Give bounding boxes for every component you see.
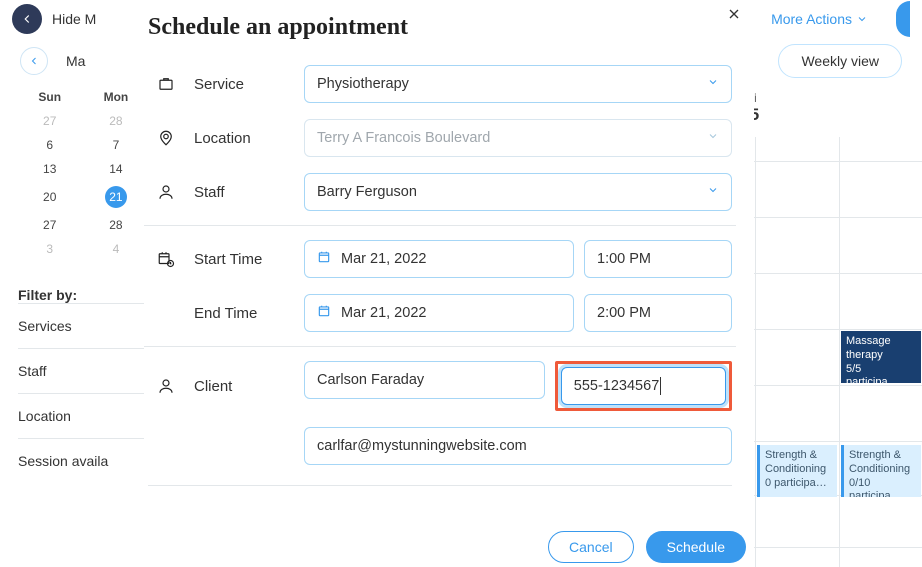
- text-caret: [660, 377, 661, 395]
- mini-cal-dow: Mon: [81, 85, 150, 109]
- label-client: Client: [194, 378, 294, 395]
- label-start-time: Start Time: [194, 251, 294, 268]
- label-end-time: End Time: [194, 305, 294, 322]
- event-strength-thu[interactable]: Strength & Conditioning0 participa…: [757, 445, 837, 497]
- schedule-button[interactable]: Schedule: [646, 531, 746, 563]
- service-icon: [148, 75, 184, 93]
- section-time: Start Time Mar 21, 2022 1:00 PM End Time: [144, 225, 736, 346]
- prev-month-button[interactable]: [20, 47, 48, 75]
- mini-cal-day[interactable]: 27: [18, 109, 81, 133]
- divider: [148, 485, 732, 486]
- client-name-input[interactable]: Carlson Faraday: [304, 361, 545, 399]
- client-phone-input[interactable]: 555-1234567: [561, 367, 726, 405]
- mini-cal-dow: Sun: [18, 85, 81, 109]
- chevron-down-icon: [707, 130, 719, 146]
- calendar-icon: [317, 250, 331, 268]
- mini-cal-day[interactable]: 28: [81, 109, 150, 133]
- close-icon: [726, 6, 742, 22]
- mini-cal-day[interactable]: 14: [81, 157, 150, 181]
- schedule-appointment-modal: Schedule an appointment Service Physioth…: [144, 0, 754, 567]
- modal-title: Schedule an appointment: [144, 0, 754, 51]
- client-email-input[interactable]: carlfar@mystunningwebsite.com: [304, 427, 732, 465]
- view-select[interactable]: Weekly view: [778, 44, 902, 78]
- highlight-phone: 555-1234567: [555, 361, 732, 411]
- section-service: Service Physiotherapy Location Terry A F…: [144, 51, 736, 225]
- client-icon: [148, 377, 184, 395]
- event-strength-fri[interactable]: Strength & Conditioning0/10 participa…: [841, 445, 921, 497]
- location-select[interactable]: Terry A Francois Boulevard: [304, 119, 732, 157]
- mini-cal-day[interactable]: 3: [18, 237, 81, 261]
- chevron-down-icon: [856, 13, 868, 25]
- calendar-icon: [317, 304, 331, 322]
- mini-cal-day[interactable]: 13: [18, 157, 81, 181]
- mini-cal-day[interactable]: 4: [81, 237, 150, 261]
- back-button[interactable]: [12, 4, 42, 34]
- staff-select[interactable]: Barry Ferguson: [304, 173, 732, 211]
- service-select[interactable]: Physiotherapy: [304, 65, 732, 103]
- mini-cal-day[interactable]: 7: [81, 133, 150, 157]
- modal-body: Service Physiotherapy Location Terry A F…: [144, 51, 754, 519]
- start-date-input[interactable]: Mar 21, 2022: [304, 240, 574, 278]
- mini-cal-day[interactable]: 21: [81, 181, 150, 213]
- label-staff: Staff: [194, 184, 294, 201]
- more-actions-button[interactable]: More Actions: [771, 11, 868, 27]
- end-time-input[interactable]: 2:00 PM: [584, 294, 732, 332]
- cancel-button[interactable]: Cancel: [548, 531, 634, 563]
- mini-cal-day[interactable]: 6: [18, 133, 81, 157]
- location-icon: [148, 129, 184, 147]
- hide-label: Hide M: [52, 11, 96, 27]
- start-time-input[interactable]: 1:00 PM: [584, 240, 732, 278]
- mini-cal-day[interactable]: 28: [81, 213, 150, 237]
- label-location: Location: [194, 130, 294, 147]
- calendar-clock-icon: [148, 250, 184, 268]
- month-label: Ma: [66, 53, 85, 69]
- label-service: Service: [194, 76, 294, 93]
- section-client: Client Carlson Faraday 555-1234567 carlf…: [144, 346, 736, 479]
- end-date-input[interactable]: Mar 21, 2022: [304, 294, 574, 332]
- chevron-down-icon: [707, 184, 719, 200]
- mini-cal-day[interactable]: 27: [18, 213, 81, 237]
- staff-icon: [148, 183, 184, 201]
- mini-cal-day[interactable]: 20: [18, 181, 81, 213]
- close-button[interactable]: [726, 6, 742, 27]
- chevron-down-icon: [707, 76, 719, 92]
- modal-footer: Cancel Schedule: [144, 519, 754, 567]
- event-massage[interactable]: Massage therapy5/5 participa…: [841, 331, 921, 383]
- primary-action-partial[interactable]: [896, 1, 910, 37]
